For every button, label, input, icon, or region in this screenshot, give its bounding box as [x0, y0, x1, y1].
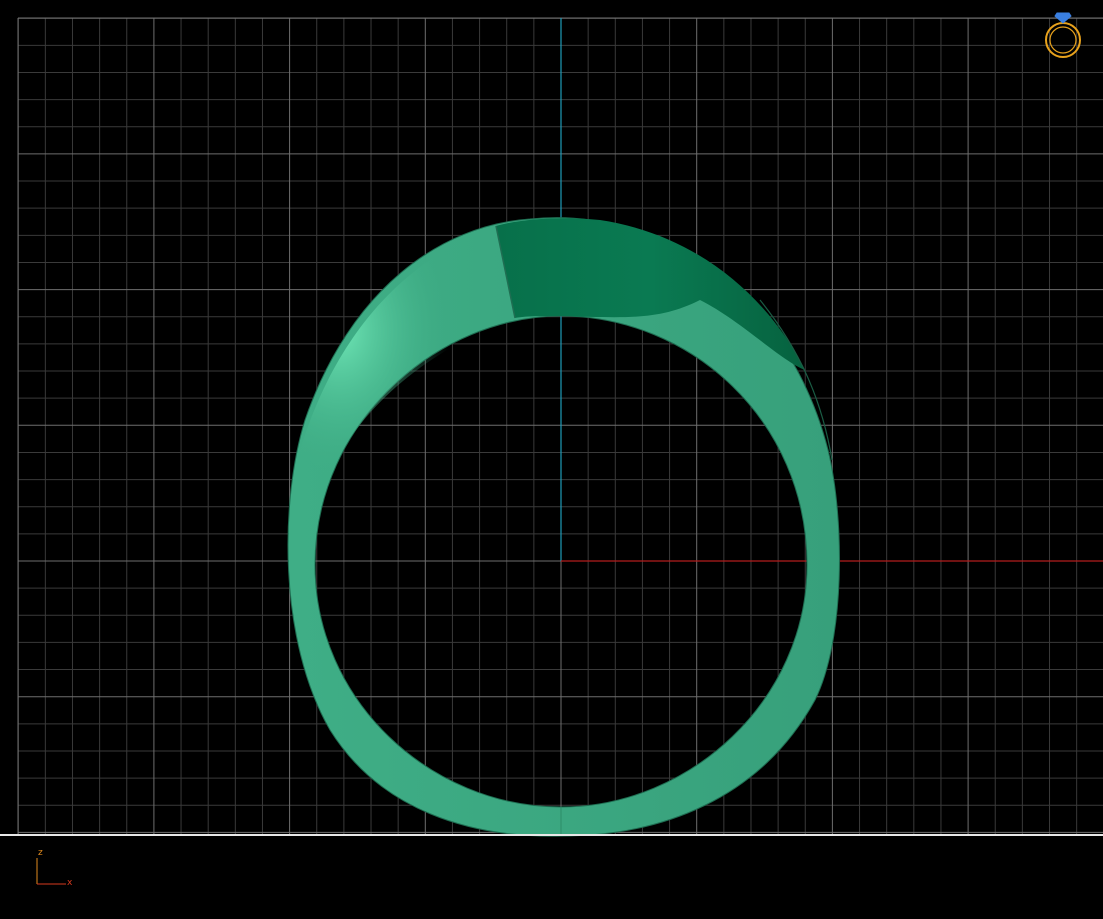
axis-indicator-x-label: x	[67, 878, 73, 888]
gem-icon	[1054, 12, 1072, 24]
axis-indicator: z x	[36, 848, 73, 888]
ring-icon-inner	[1049, 26, 1077, 54]
axis-indicator-z-label: z	[38, 848, 43, 858]
3d-viewport[interactable]: z x	[0, 0, 1103, 919]
ring-icon[interactable]	[1045, 22, 1081, 58]
viewport-canvas[interactable]: z x	[0, 0, 1103, 919]
view-cube-ring-icon[interactable]	[1045, 12, 1081, 58]
